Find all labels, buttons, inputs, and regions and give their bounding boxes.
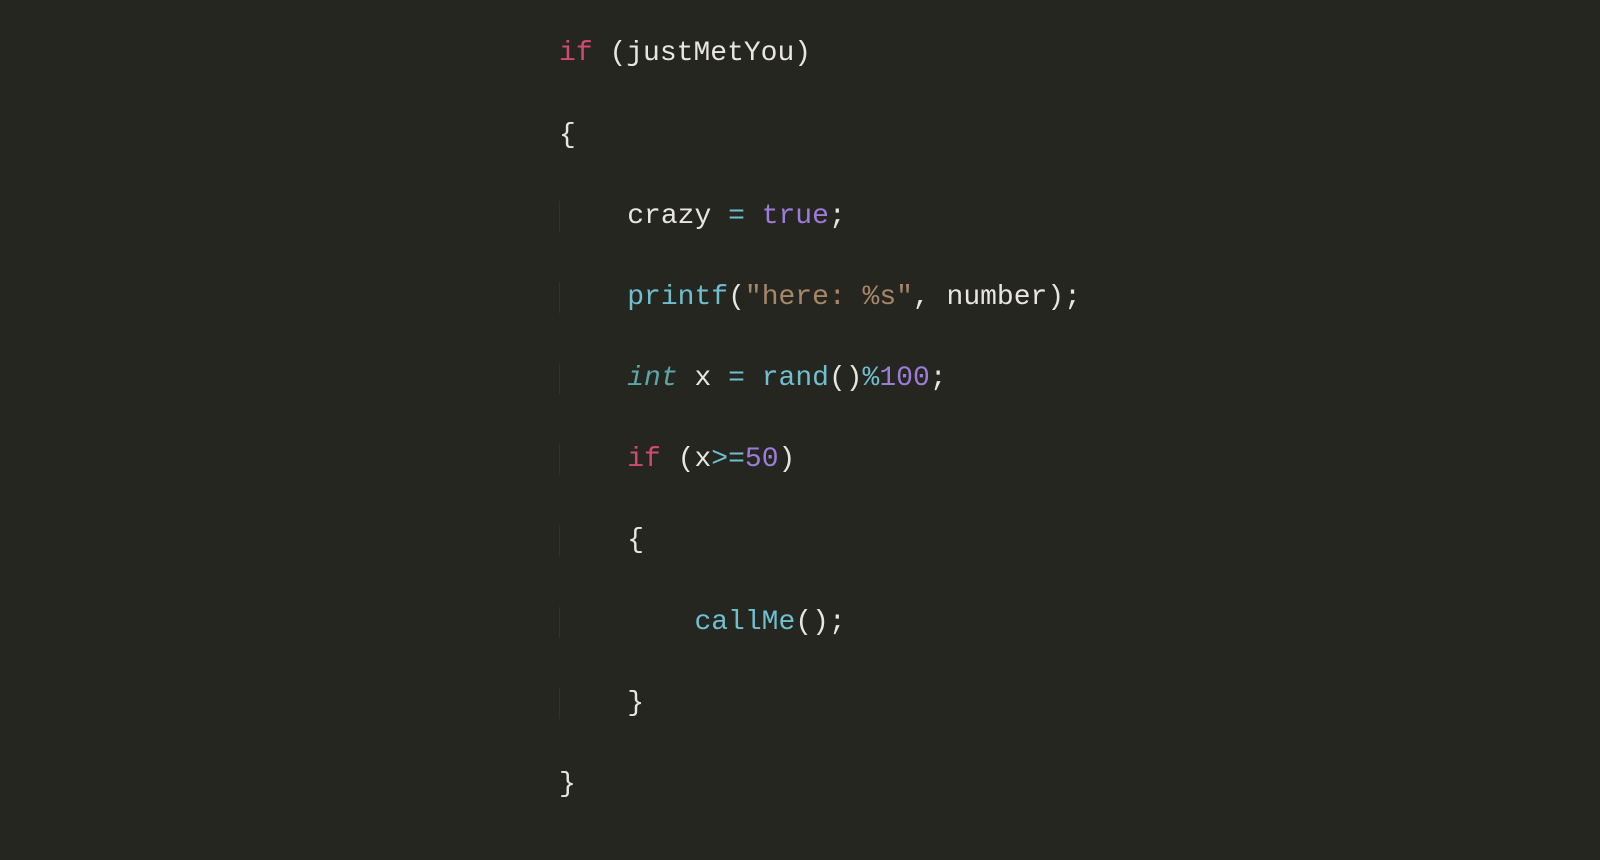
gte-operator: >= xyxy=(711,444,745,475)
keyword-if: if xyxy=(627,444,661,475)
indent xyxy=(559,444,627,475)
keyword-if: if xyxy=(559,38,593,69)
variable-x: x xyxy=(678,363,728,394)
number-50: 50 xyxy=(745,444,779,475)
function-printf: printf xyxy=(627,282,728,313)
indent xyxy=(559,201,627,232)
code-line-4: printf("here: %s", number); xyxy=(559,278,1081,319)
function-rand: rand xyxy=(762,363,829,394)
brace-close: } xyxy=(559,769,576,800)
type-int: int xyxy=(627,363,677,394)
mod-operator: % xyxy=(863,363,880,394)
condition-text: (justMetYou) xyxy=(593,38,811,69)
semicolon: ; xyxy=(930,363,947,394)
code-line-1: if (justMetYou) xyxy=(559,34,1081,75)
code-line-2: { xyxy=(559,116,1081,157)
paren-open: ( xyxy=(728,282,745,313)
string-literal: "here: %s" xyxy=(745,282,913,313)
number-100: 100 xyxy=(879,363,929,394)
code-line-6: if (x>=50) xyxy=(559,440,1081,481)
indent xyxy=(559,525,627,556)
indent xyxy=(559,688,627,719)
indent xyxy=(559,607,694,638)
variable-name: crazy xyxy=(627,201,728,232)
assign-operator: = xyxy=(728,363,745,394)
indent xyxy=(559,282,627,313)
brace-open: { xyxy=(559,120,576,151)
condition-open: (x xyxy=(661,444,711,475)
code-line-3: crazy = true; xyxy=(559,197,1081,238)
parens: () xyxy=(829,363,863,394)
semicolon: ; xyxy=(829,201,846,232)
function-callme: callMe xyxy=(694,607,795,638)
boolean-true: true xyxy=(762,201,829,232)
indent xyxy=(559,363,627,394)
brace-close: } xyxy=(627,688,644,719)
code-snippet: if (justMetYou) { crazy = true; printf("… xyxy=(559,0,1081,846)
assign-operator: = xyxy=(728,201,745,232)
code-line-10: } xyxy=(559,765,1081,806)
args-rest: , number); xyxy=(913,282,1081,313)
code-line-5: int x = rand()%100; xyxy=(559,359,1081,400)
code-line-7: { xyxy=(559,521,1081,562)
brace-open: { xyxy=(627,525,644,556)
call-rest: (); xyxy=(795,607,845,638)
code-line-8: callMe(); xyxy=(559,603,1081,644)
code-line-9: } xyxy=(559,684,1081,725)
condition-close: ) xyxy=(779,444,796,475)
